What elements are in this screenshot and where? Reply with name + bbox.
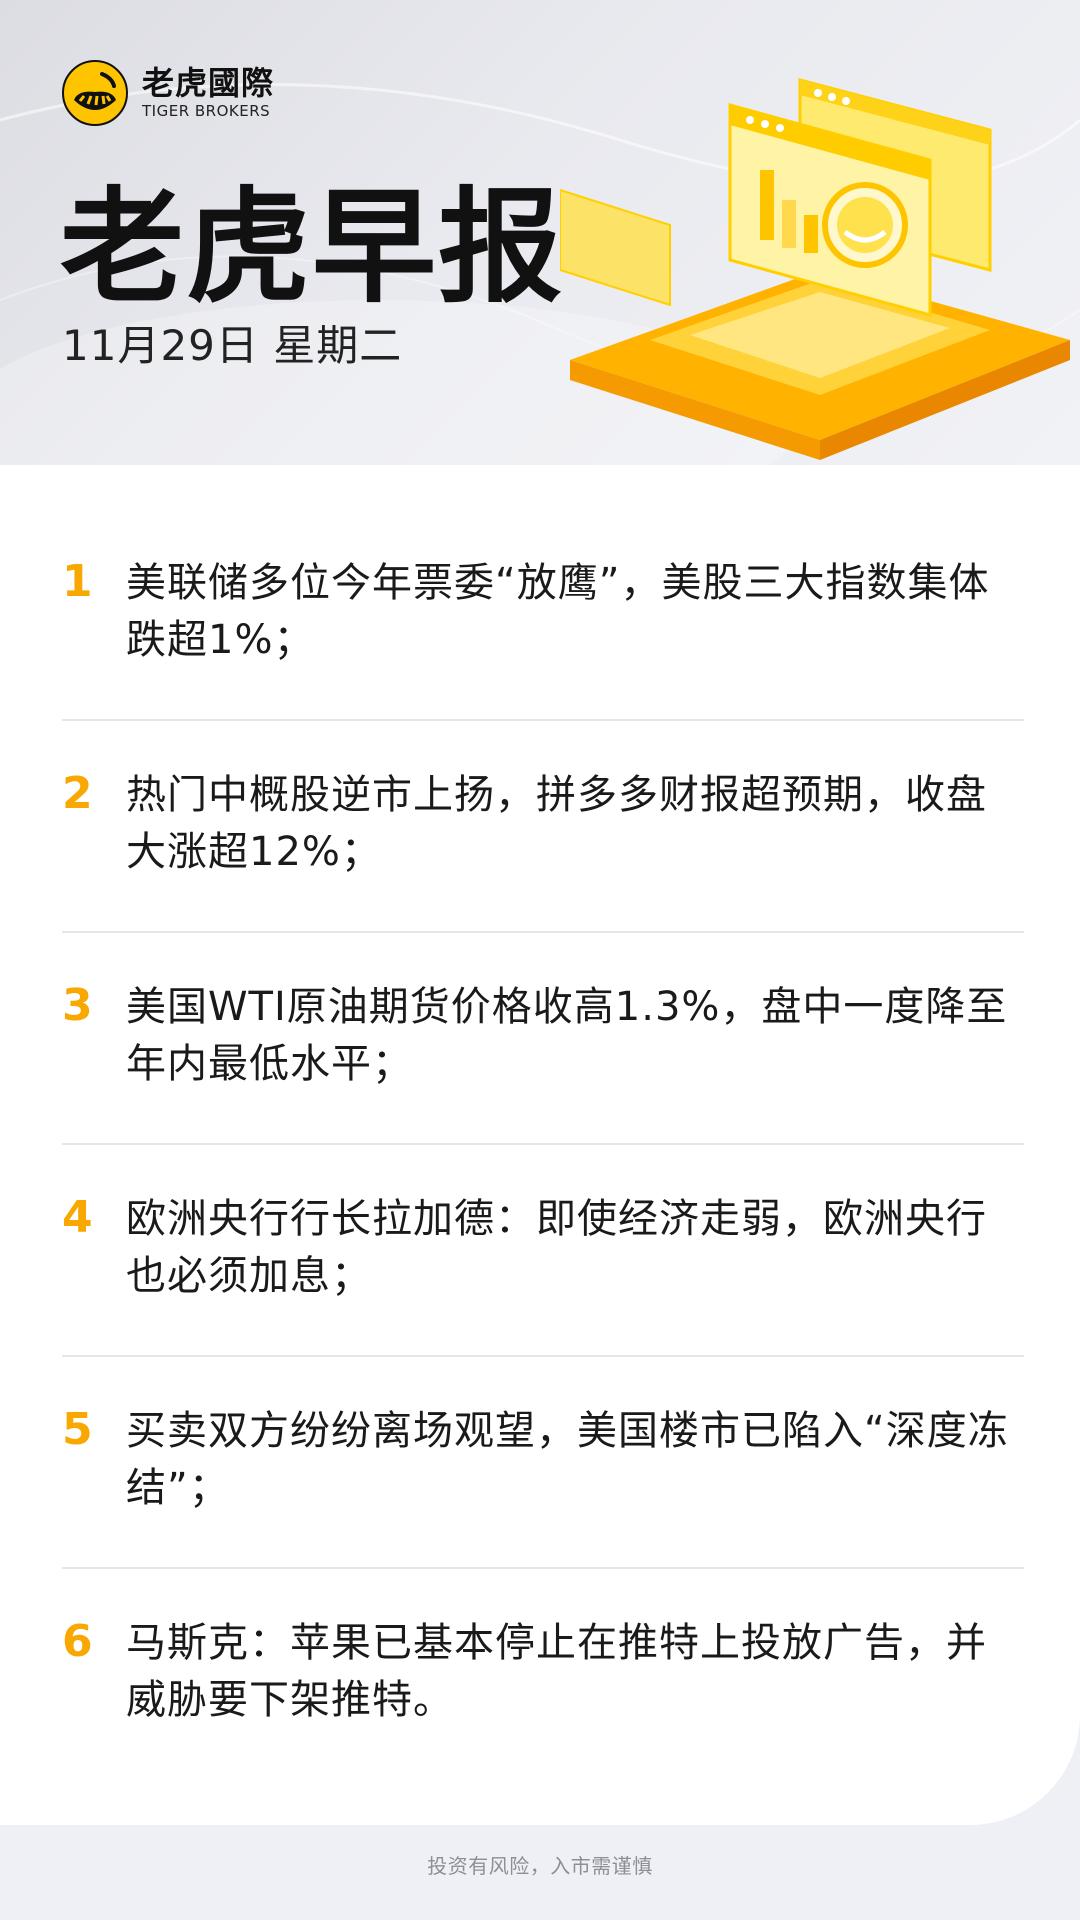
tiger-logo-icon [62, 60, 128, 126]
brand-logo: 老虎國際 TIGER BROKERS [62, 60, 274, 126]
news-text: 美国WTI原油期货价格收高1.3%，盘中一度降至年内最低水平； [126, 984, 1008, 1087]
news-item: 3 美国WTI原油期货价格收高1.3%，盘中一度降至年内最低水平； [62, 979, 1024, 1145]
news-item: 6 马斯克：苹果已基本停止在推特上投放广告，并威胁要下架推特。 [62, 1615, 1024, 1779]
news-item: 5 买卖双方纷纷离场观望，美国楼市已陷入“深度冻结”； [62, 1403, 1024, 1569]
news-number: 4 [62, 1192, 93, 1243]
news-number: 1 [62, 556, 93, 607]
news-item: 2 热门中概股逆市上扬，拼多多财报超预期，收盘大涨超12%； [62, 767, 1024, 933]
news-text: 美联储多位今年票委“放鹰”，美股三大指数集体跌超1%； [126, 560, 990, 663]
news-card: 1 美联储多位今年票委“放鹰”，美股三大指数集体跌超1%； 2 热门中概股逆市上… [0, 465, 1080, 1825]
finance-3d-illustration [560, 78, 1070, 460]
news-text: 马斯克：苹果已基本停止在推特上投放广告，并威胁要下架推特。 [126, 1620, 987, 1723]
news-number: 5 [62, 1404, 93, 1455]
news-text: 欧洲央行行长拉加德：即使经济走弱，欧洲央行也必须加息； [126, 1196, 987, 1299]
header-banner: 老虎國際 TIGER BROKERS 老虎早报 11月29日 星期二 [0, 0, 1080, 465]
risk-disclaimer: 投资有风险，入市需谨慎 [427, 1854, 653, 1878]
page-title: 老虎早报 [60, 176, 565, 320]
brand-name-en: TIGER BROKERS [142, 102, 271, 120]
news-number: 2 [62, 768, 93, 819]
news-item: 4 欧洲央行行长拉加德：即使经济走弱，欧洲央行也必须加息； [62, 1191, 1024, 1357]
news-number: 3 [62, 980, 93, 1031]
news-text: 热门中概股逆市上扬，拼多多财报超预期，收盘大涨超12%； [126, 772, 987, 875]
news-text: 买卖双方纷纷离场观望，美国楼市已陷入“深度冻结”； [126, 1408, 1009, 1511]
report-date: 11月29日 星期二 [62, 321, 403, 370]
news-item: 1 美联储多位今年票委“放鹰”，美股三大指数集体跌超1%； [62, 555, 1024, 721]
brand-name-cn: 老虎國際 [142, 64, 275, 102]
news-number: 6 [62, 1616, 93, 1667]
news-list: 1 美联储多位今年票委“放鹰”，美股三大指数集体跌超1%； 2 热门中概股逆市上… [62, 555, 1024, 1825]
